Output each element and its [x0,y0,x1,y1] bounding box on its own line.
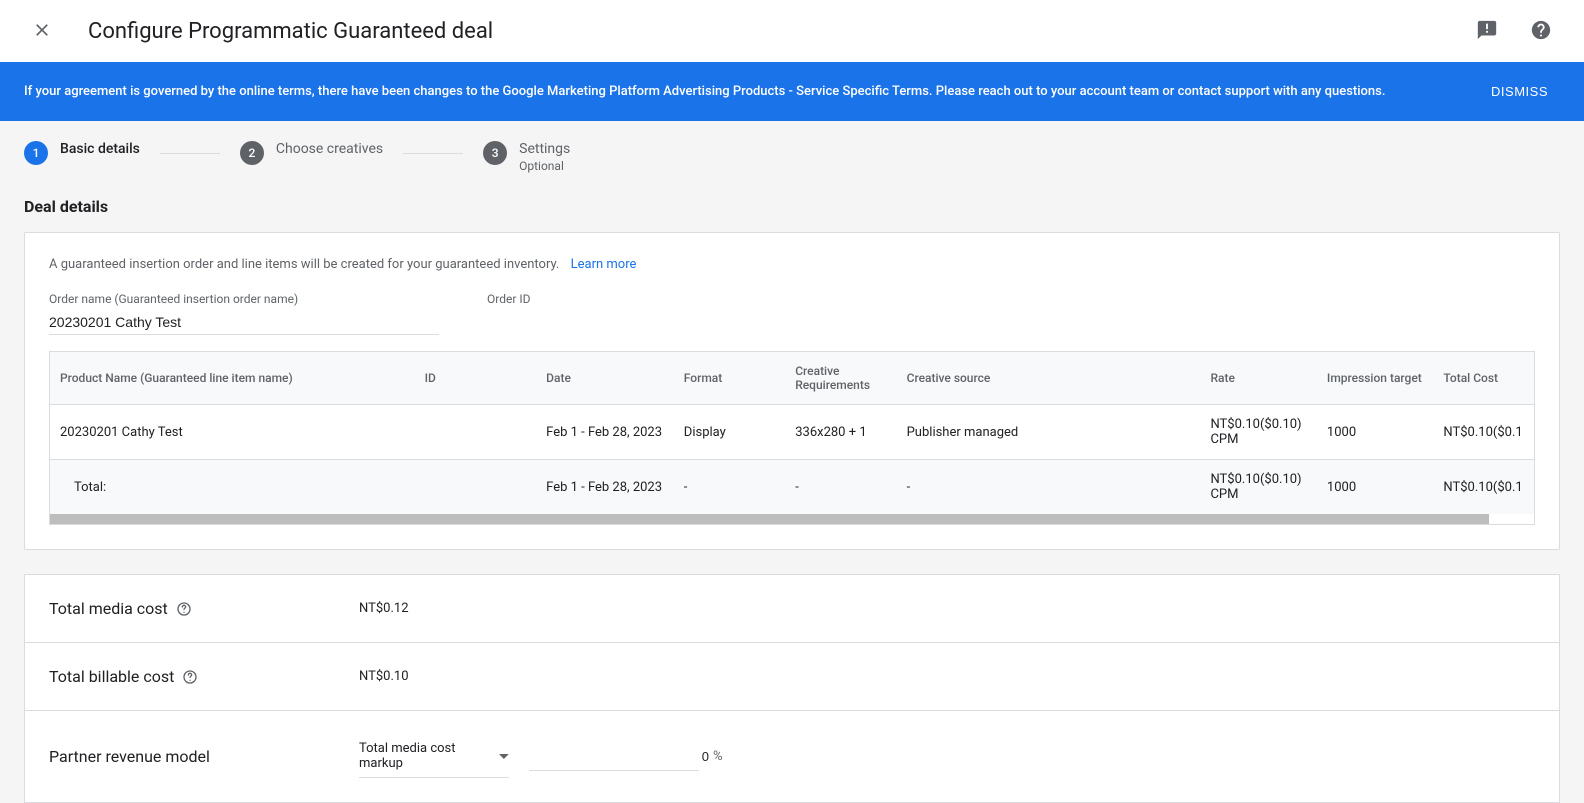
deal-details-card: A guaranteed insertion order and line it… [24,232,1560,550]
dismiss-button[interactable]: DISMISS [1479,76,1560,107]
order-id-group: Order ID [487,292,531,335]
step-label: Settings [519,141,570,157]
col-format: Format [674,352,785,405]
help-button[interactable] [1522,11,1560,52]
learn-more-link[interactable]: Learn more [571,257,637,272]
line-items-table: Product Name (Guaranteed line item name)… [50,352,1534,514]
feedback-button[interactable] [1468,11,1506,52]
partner-revenue-model-row: Partner revenue model Total media cost m… [25,711,1559,802]
step-settings[interactable]: 3 Settings Optional [483,141,570,173]
step-number: 2 [240,141,264,165]
col-product-name: Product Name (Guaranteed line item name) [50,352,415,405]
step-label: Choose creatives [276,141,383,157]
table-row[interactable]: 20230201 Cathy Test Feb 1 - Feb 28, 2023… [50,405,1534,460]
step-divider [403,153,463,154]
col-id: ID [415,352,537,405]
notification-banner: If your agreement is governed by the onl… [0,62,1584,121]
table-total-row: Total: Feb 1 - Feb 28, 2023 - - - NT$0.1… [50,460,1534,515]
help-icon[interactable] [176,601,192,617]
step-sublabel: Optional [519,159,570,173]
total-billable-cost-label: Total billable cost [49,667,359,686]
card-intro: A guaranteed insertion order and line it… [49,257,1535,272]
banner-text: If your agreement is governed by the onl… [24,84,1385,99]
horizontal-scrollbar[interactable] [50,514,1489,524]
col-date: Date [536,352,674,405]
revenue-model-select[interactable]: Total media cost markup [359,735,509,778]
total-billable-cost-row: Total billable cost NT$0.10 [25,643,1559,711]
order-name-input[interactable] [49,310,439,335]
total-media-cost-value: NT$0.12 [359,601,409,616]
summary-card: Total media cost NT$0.12 Total billable … [24,574,1560,803]
col-rate: Rate [1200,352,1316,405]
section-title: Deal details [0,197,1584,232]
col-impression-target: Impression target [1317,352,1433,405]
help-icon[interactable] [182,669,198,685]
partner-revenue-model-label: Partner revenue model [49,747,359,766]
close-icon [32,20,52,40]
announcement-icon [1476,19,1498,41]
order-name-group: Order name (Guaranteed insertion order n… [49,292,439,335]
col-creative-src: Creative source [897,352,1201,405]
total-billable-cost-value: NT$0.10 [359,669,409,684]
step-number: 3 [483,141,507,165]
app-header: Configure Programmatic Guaranteed deal [0,0,1584,62]
step-number: 1 [24,141,48,165]
table-header-row: Product Name (Guaranteed line item name)… [50,352,1534,405]
page-title: Configure Programmatic Guaranteed deal [88,19,493,44]
total-media-cost-label: Total media cost [49,599,359,618]
header-actions [1468,11,1560,52]
help-icon [1530,19,1552,41]
chevron-down-icon [499,754,509,759]
col-total-cost: Total Cost [1433,352,1534,405]
step-divider [160,153,220,154]
step-basic-details[interactable]: 1 Basic details [24,141,140,165]
stepper: 1 Basic details 2 Choose creatives 3 Set… [0,121,1584,197]
revenue-percent-group: % [529,743,699,771]
percent-sign: % [713,749,727,764]
order-id-label: Order ID [487,292,531,306]
total-media-cost-row: Total media cost NT$0.12 [25,575,1559,643]
order-name-label: Order name (Guaranteed insertion order n… [49,292,439,306]
step-choose-creatives[interactable]: 2 Choose creatives [240,141,383,165]
step-label: Basic details [60,141,140,157]
line-items-table-wrap: Product Name (Guaranteed line item name)… [49,351,1535,525]
revenue-percent-input[interactable] [529,743,713,770]
col-creative-req: Creative Requirements [785,352,896,405]
close-button[interactable] [24,12,60,51]
